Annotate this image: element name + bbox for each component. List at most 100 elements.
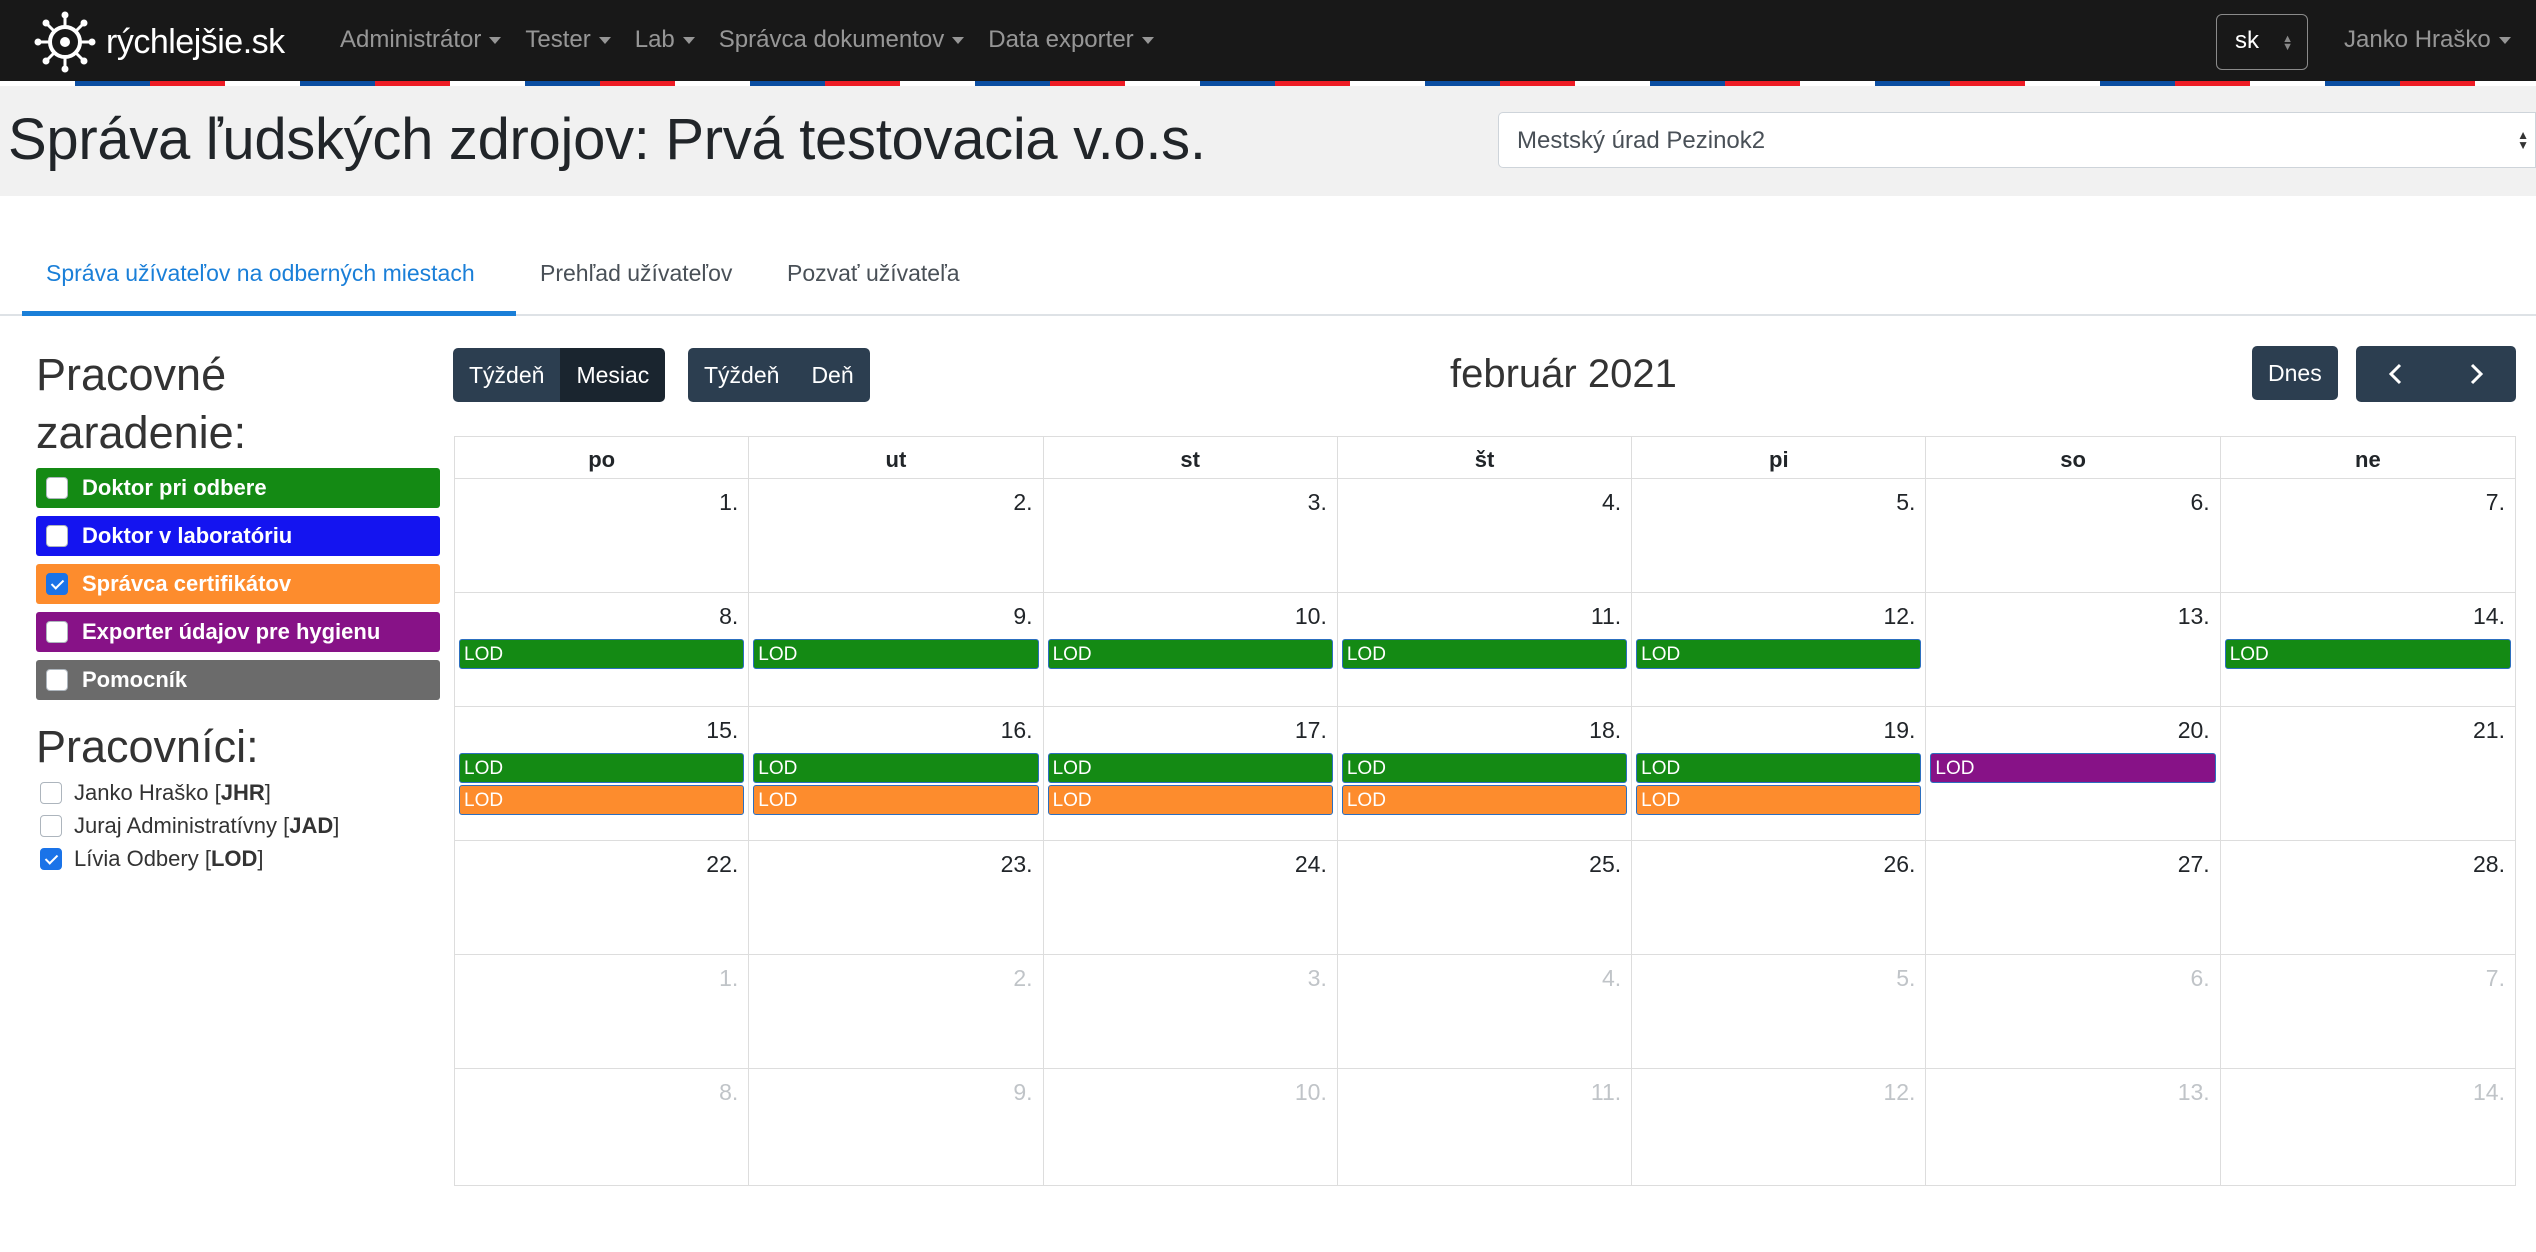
month-view-button[interactable]: Mesiac — [560, 348, 666, 402]
calendar-event[interactable]: LOD — [459, 785, 745, 815]
day-number[interactable]: 5. — [1896, 489, 1915, 516]
calendar-day[interactable]: 27. — [1926, 841, 2221, 954]
tab-invite-user[interactable]: Pozvať užívateľa — [787, 248, 960, 316]
calendar-event[interactable]: LOD — [1047, 639, 1333, 669]
worker-checkbox[interactable] — [40, 847, 62, 870]
day-number[interactable]: 11. — [1591, 603, 1621, 630]
day-number[interactable]: 23. — [1001, 851, 1033, 878]
language-select[interactable]: sk ▲ ▼ — [2216, 14, 2308, 70]
calendar-day[interactable]: 11. — [1338, 1069, 1633, 1185]
calendar-day[interactable]: 14. — [2221, 1069, 2515, 1185]
calendar-event[interactable]: LOD — [1047, 753, 1333, 783]
day-number[interactable]: 1. — [719, 965, 738, 992]
calendar-day[interactable]: 8. — [455, 1069, 750, 1185]
prev-month-button[interactable] — [2356, 346, 2436, 402]
calendar-event[interactable]: LOD — [1636, 753, 1922, 783]
menu-administrator[interactable]: Administrátor — [328, 22, 513, 58]
calendar-day[interactable]: 13. — [1926, 1069, 2221, 1185]
calendar-day[interactable]: 11. LOD — [1338, 593, 1633, 706]
calendar-day[interactable]: 14. LOD — [2221, 593, 2515, 706]
calendar-event[interactable]: LOD — [753, 639, 1039, 669]
calendar-day[interactable]: 16. LOD LOD — [749, 707, 1044, 840]
calendar-day[interactable]: 24. — [1044, 841, 1338, 954]
today-button[interactable]: Dnes — [2252, 346, 2338, 400]
day-number[interactable]: 13. — [2178, 603, 2210, 630]
day-number[interactable]: 9. — [1013, 1079, 1032, 1106]
calendar-day[interactable]: 15. LOD LOD — [455, 707, 750, 840]
role-filter[interactable]: Správca certifikátov — [36, 564, 440, 604]
calendar-day[interactable]: 7. — [2221, 479, 2515, 592]
calendar-event[interactable]: LOD — [1636, 639, 1922, 669]
calendar-day[interactable]: 5. — [1632, 955, 1927, 1068]
calendar-day[interactable]: 10. LOD — [1044, 593, 1338, 706]
calendar-event[interactable]: LOD — [1047, 785, 1333, 815]
role-filter[interactable]: Doktor v laboratóriu — [36, 516, 440, 556]
day-number[interactable]: 26. — [1883, 851, 1915, 878]
calendar-event[interactable]: LOD — [1341, 753, 1628, 783]
list-week-view-button[interactable]: Týždeň — [688, 348, 796, 402]
role-filter[interactable]: Exporter údajov pre hygienu — [36, 612, 440, 652]
calendar-day[interactable]: 8. LOD — [455, 593, 750, 706]
calendar-day[interactable]: 12. LOD — [1632, 593, 1927, 706]
worker-checkbox[interactable] — [40, 814, 62, 837]
day-number[interactable]: 3. — [1308, 489, 1327, 516]
calendar-day[interactable]: 1. — [455, 479, 750, 592]
day-number[interactable]: 8. — [719, 1079, 738, 1106]
calendar-day[interactable]: 17. LOD LOD — [1044, 707, 1338, 840]
day-number[interactable]: 12. — [1883, 603, 1915, 630]
day-number[interactable]: 7. — [2486, 489, 2505, 516]
calendar-event[interactable]: LOD — [1341, 639, 1628, 669]
calendar-day[interactable]: 2. — [749, 479, 1044, 592]
worker-filter[interactable]: Juraj Administratívny [JAD] — [36, 809, 440, 842]
role-checkbox[interactable] — [46, 669, 68, 691]
calendar-day[interactable]: 13. — [1926, 593, 2221, 706]
calendar-event[interactable]: LOD — [753, 753, 1039, 783]
calendar-day[interactable]: 7. — [2221, 955, 2515, 1068]
day-number[interactable]: 20. — [2178, 717, 2210, 744]
calendar-event[interactable]: LOD — [459, 753, 745, 783]
menu-tester[interactable]: Tester — [513, 22, 622, 58]
day-number[interactable]: 14. — [2473, 1079, 2505, 1106]
day-number[interactable]: 8. — [719, 603, 738, 630]
day-number[interactable]: 13. — [2178, 1079, 2210, 1106]
day-number[interactable]: 9. — [1013, 603, 1032, 630]
calendar-day[interactable]: 10. — [1044, 1069, 1338, 1185]
calendar-day[interactable]: 19. LOD LOD — [1632, 707, 1927, 840]
day-number[interactable]: 28. — [2473, 851, 2505, 878]
day-number[interactable]: 12. — [1883, 1079, 1915, 1106]
calendar-event[interactable]: LOD — [2224, 639, 2511, 669]
calendar-day[interactable]: 25. — [1338, 841, 1633, 954]
brand-link[interactable]: rýchlejšie.sk — [34, 11, 285, 73]
calendar-day[interactable]: 5. — [1632, 479, 1927, 592]
day-number[interactable]: 1. — [719, 489, 738, 516]
day-number[interactable]: 2. — [1013, 965, 1032, 992]
calendar-event[interactable]: LOD — [753, 785, 1039, 815]
tab-user-overview[interactable]: Prehľad užívateľov — [540, 248, 732, 316]
day-number[interactable]: 11. — [1591, 1079, 1621, 1106]
day-number[interactable]: 6. — [2191, 965, 2210, 992]
role-filter[interactable]: Doktor pri odbere — [36, 468, 440, 508]
menu-document-manager[interactable]: Správca dokumentov — [707, 22, 976, 58]
day-number[interactable]: 3. — [1308, 965, 1327, 992]
role-checkbox[interactable] — [46, 525, 68, 547]
calendar-day[interactable]: 4. — [1338, 479, 1633, 592]
calendar-event[interactable]: LOD — [1930, 753, 2216, 783]
calendar-day[interactable]: 6. — [1926, 479, 2221, 592]
calendar-event[interactable]: LOD — [1636, 785, 1922, 815]
worker-filter[interactable]: Janko Hraško [JHR] — [36, 776, 440, 809]
day-number[interactable]: 22. — [706, 851, 738, 878]
day-number[interactable]: 18. — [1589, 717, 1621, 744]
day-number[interactable]: 4. — [1602, 965, 1621, 992]
calendar-day[interactable]: 3. — [1044, 955, 1338, 1068]
tab-user-management[interactable]: Správa užívateľov na odberných miestach — [22, 248, 516, 316]
calendar-day[interactable]: 23. — [749, 841, 1044, 954]
calendar-event[interactable]: LOD — [459, 639, 745, 669]
day-number[interactable]: 2. — [1013, 489, 1032, 516]
calendar-day[interactable]: 22. — [455, 841, 750, 954]
calendar-day[interactable]: 18. LOD LOD — [1338, 707, 1633, 840]
calendar-event[interactable]: LOD — [1341, 785, 1628, 815]
day-number[interactable]: 17. — [1295, 717, 1327, 744]
day-number[interactable]: 15. — [706, 717, 738, 744]
day-number[interactable]: 7. — [2486, 965, 2505, 992]
role-filter[interactable]: Pomocník — [36, 660, 440, 700]
